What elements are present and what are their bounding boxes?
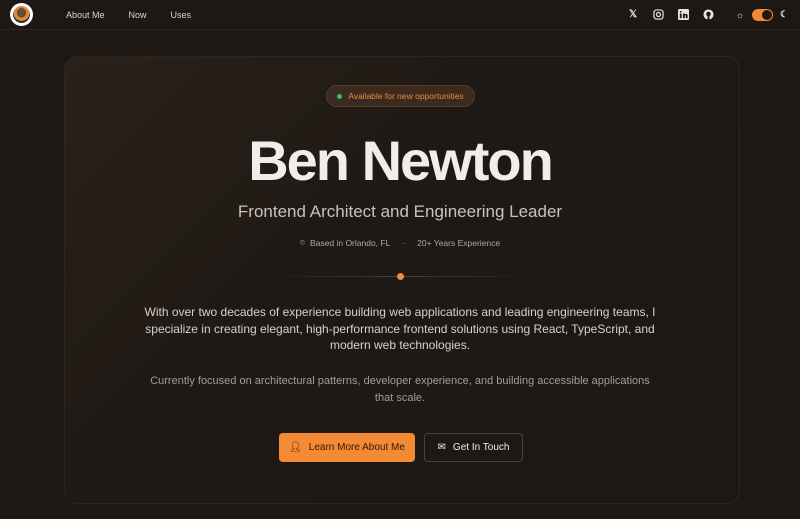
hero-title: Frontend Architect and Engineering Leade…: [237, 202, 563, 221]
theme-toggle[interactable]: [752, 8, 773, 21]
location: Based in Orlando, FL: [310, 237, 391, 248]
divider-dot: [397, 273, 404, 280]
nav-about-me[interactable]: About Me: [66, 10, 105, 20]
intro-paragraph: With over two decades of experience buil…: [144, 305, 656, 352]
mail-icon: ✉: [437, 442, 446, 453]
user-icon: 👤︎: [289, 442, 302, 453]
avatar[interactable]: [10, 3, 33, 26]
nav-now[interactable]: Now: [129, 10, 147, 20]
experience: 20+ Years Experience: [417, 237, 501, 248]
hero-meta: ⌾ Based in Orlando, FL · 20+ Years Exper…: [0, 237, 800, 248]
focus-paragraph: Currently focused on architectural patte…: [150, 375, 650, 404]
sun-icon: ☼: [735, 9, 745, 20]
learn-more-button[interactable]: 👤︎ Learn More About Me: [279, 433, 415, 462]
learn-more-label: Learn More About Me: [308, 442, 405, 453]
hero-name: Ben Newton: [248, 129, 554, 192]
top-nav: About Me Now Uses 𝕏 ☼ ☾: [0, 0, 800, 30]
availability-badge: Available for new opportunities: [326, 85, 475, 107]
badge-text: Available for new opportunities: [348, 91, 464, 101]
nav-uses[interactable]: Uses: [171, 10, 192, 20]
get-in-touch-label: Get In Touch: [452, 442, 510, 453]
instagram-icon[interactable]: [652, 9, 664, 21]
location-pin-icon: ⌾: [299, 237, 305, 247]
x-icon[interactable]: 𝕏: [627, 9, 639, 21]
github-icon[interactable]: [702, 9, 714, 21]
status-dot: [337, 93, 343, 99]
linkedin-icon[interactable]: [677, 9, 689, 21]
meta-separator: ·: [402, 237, 406, 248]
get-in-touch-button[interactable]: ✉ Get In Touch: [424, 433, 523, 462]
moon-icon: ☾: [779, 9, 789, 19]
